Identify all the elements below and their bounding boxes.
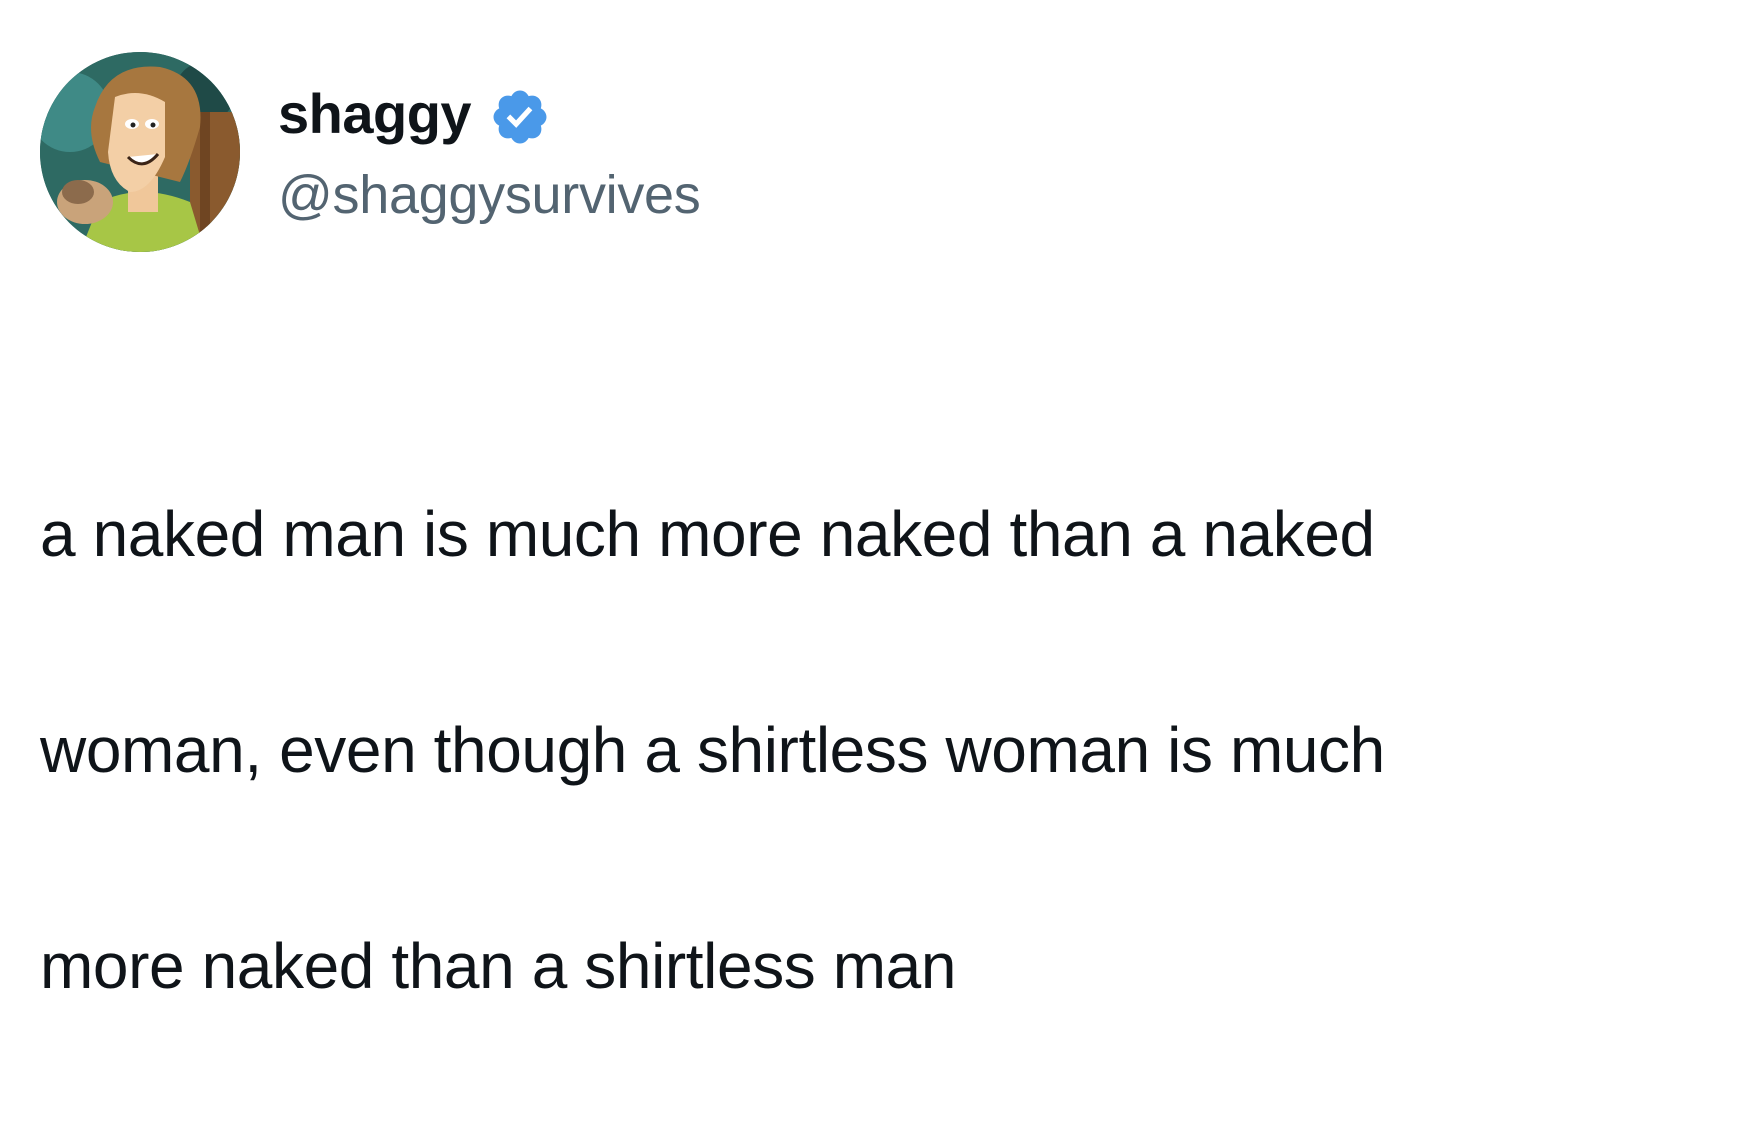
verified-badge-icon[interactable] bbox=[489, 86, 551, 148]
display-name[interactable]: shaggy bbox=[278, 78, 472, 150]
tweet-card: shaggy @shaggysurvives a naked man is mu… bbox=[0, 0, 1758, 1002]
user-handle[interactable]: @shaggysurvives bbox=[278, 160, 701, 230]
avatar[interactable] bbox=[40, 52, 240, 252]
avatar-image bbox=[40, 52, 240, 252]
tweet-text-line: woman, even though a shirtless woman is … bbox=[40, 714, 1385, 786]
author-name-row: shaggy bbox=[278, 78, 551, 150]
tweet-text-line: more naked than a shirtless man bbox=[40, 930, 957, 1002]
tweet-text-line: a naked man is much more naked than a na… bbox=[40, 498, 1375, 570]
tweet-text: a naked man is much more naked than a na… bbox=[40, 372, 1720, 1128]
